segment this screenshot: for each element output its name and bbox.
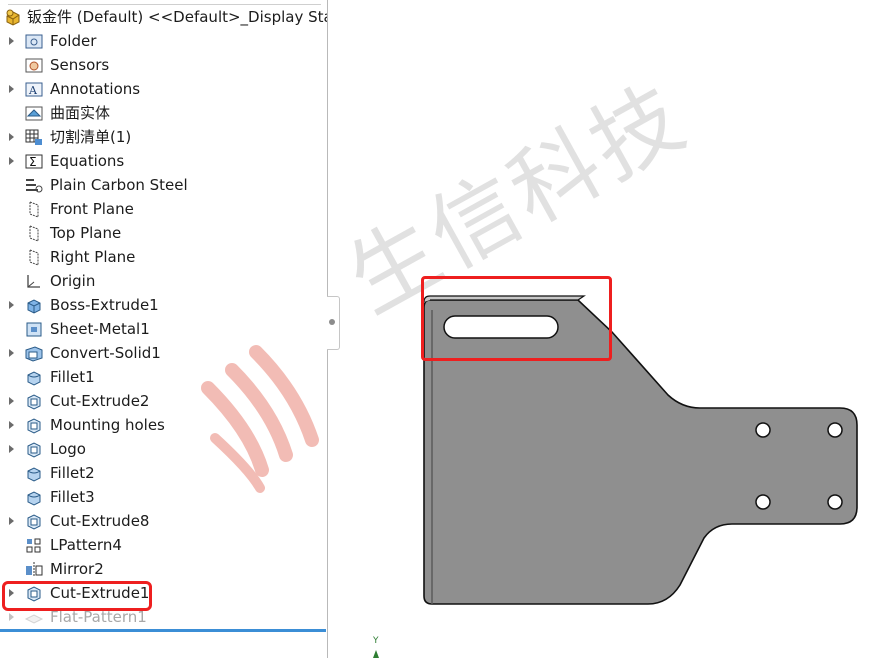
tree-item-mirror2[interactable]: Mirror2 <box>0 557 327 581</box>
tree-item-label: Folder <box>50 32 97 50</box>
tree-root-part[interactable]: 钣金件 (Default) <<Default>_Display State <box>0 5 327 29</box>
tree-item-label: Boss-Extrude1 <box>50 296 159 314</box>
tree-item-top-plane[interactable]: Top Plane <box>0 221 327 245</box>
expand-arrow-icon[interactable] <box>9 157 14 165</box>
convert-solid-icon <box>24 344 44 362</box>
mounting-hole-4 <box>827 494 843 510</box>
expand-arrow-icon[interactable] <box>9 397 14 405</box>
tree-item-boss-extrude1[interactable]: Boss-Extrude1 <box>0 293 327 317</box>
sheet-metal-icon <box>24 320 44 338</box>
tree-item-origin[interactable]: Origin <box>0 269 327 293</box>
tree-item-label: Top Plane <box>50 224 122 242</box>
tree-item-folder[interactable]: Folder <box>0 29 327 53</box>
linear-pattern-icon <box>24 536 44 554</box>
tree-item-cut-extrude8[interactable]: Cut-Extrude8 <box>0 509 327 533</box>
tree-item-plain-carbon-steel[interactable]: Plain Carbon Steel <box>0 173 327 197</box>
expand-arrow-icon[interactable] <box>9 133 14 141</box>
part-icon <box>4 8 24 26</box>
expand-arrow-icon[interactable] <box>9 421 14 429</box>
splitter-grip-icon <box>329 319 335 325</box>
mounting-hole-2 <box>827 422 843 438</box>
plane-icon <box>24 248 44 266</box>
origin-icon <box>24 272 44 290</box>
cut-extrude-icon <box>24 440 44 458</box>
mirror-icon <box>24 560 44 578</box>
tree-root-label: 钣金件 (Default) <<Default>_Display State <box>27 8 328 26</box>
highlight-box-cut-extrude1 <box>2 581 152 611</box>
tree-item-equations[interactable]: Σ Equations <box>0 149 327 173</box>
cut-list-icon <box>24 128 44 146</box>
tree-item-convert-solid1[interactable]: Convert-Solid1 <box>0 341 327 365</box>
tree-item-label: Fillet1 <box>50 368 95 386</box>
equations-icon: Σ <box>24 152 44 170</box>
tree-item-label: Sheet-Metal1 <box>50 320 150 338</box>
tree-item-label: Cut-Extrude2 <box>50 392 150 410</box>
svg-text:Σ: Σ <box>29 155 37 169</box>
expand-arrow-icon[interactable] <box>9 445 14 453</box>
tree-item-label: Origin <box>50 272 96 290</box>
highlight-box-slot <box>421 276 612 361</box>
tree-item-label: Equations <box>50 152 125 170</box>
expand-arrow-icon[interactable] <box>9 85 14 93</box>
tree-item-cut-extrude2[interactable]: Cut-Extrude2 <box>0 389 327 413</box>
tree-item-fillet1[interactable]: Fillet1 <box>0 365 327 389</box>
axis-triad-icon <box>373 650 379 658</box>
tree-item-1[interactable]: 切割清单(1) <box>0 125 327 149</box>
tree-item-label: Sensors <box>50 56 110 74</box>
feature-manager-tree: 钣金件 (Default) <<Default>_Display State F… <box>0 0 328 658</box>
cut-extrude-icon <box>24 416 44 434</box>
tree-item-label: Front Plane <box>50 200 134 218</box>
fillet-icon <box>24 488 44 506</box>
annotations-icon: A <box>24 80 44 98</box>
tree-item-front-plane[interactable]: Front Plane <box>0 197 327 221</box>
tree-item-label: Plain Carbon Steel <box>50 176 188 194</box>
fillet-icon <box>24 464 44 482</box>
tree-item-logo[interactable]: Logo <box>0 437 327 461</box>
boss-extrude-icon <box>24 296 44 314</box>
tree-item-label: Annotations <box>50 80 141 98</box>
tree-item-label: 切割清单(1) <box>50 128 132 146</box>
surface-bodies-icon <box>24 104 44 122</box>
expand-arrow-icon[interactable] <box>9 37 14 45</box>
sensor-icon <box>24 56 44 74</box>
material-icon <box>24 176 44 194</box>
tree-item-label: Convert-Solid1 <box>50 344 161 362</box>
tree-item-fillet3[interactable]: Fillet3 <box>0 485 327 509</box>
folder-icon <box>24 32 44 50</box>
tree-item-label: Mirror2 <box>50 560 104 578</box>
tree-item-label: Fillet2 <box>50 464 95 482</box>
cut-extrude-icon <box>24 392 44 410</box>
tree-item-sheet-metal1[interactable]: Sheet-Metal1 <box>0 317 327 341</box>
cut-extrude-icon <box>24 512 44 530</box>
tree-item-label: Logo <box>50 440 86 458</box>
panel-splitter-handle[interactable] <box>327 296 340 350</box>
tree-item-lpattern4[interactable]: LPattern4 <box>0 533 327 557</box>
axis-y-label: Y <box>373 636 379 646</box>
tree-item-fillet2[interactable]: Fillet2 <box>0 461 327 485</box>
tree-item-label: LPattern4 <box>50 536 122 554</box>
tree-item-annotations[interactable]: A Annotations <box>0 77 327 101</box>
tree-item-label: Cut-Extrude8 <box>50 512 150 530</box>
tree-item-item-3[interactable]: 曲面实体 <box>0 101 327 125</box>
expand-arrow-icon[interactable] <box>9 517 14 525</box>
tree-item-label: Right Plane <box>50 248 136 266</box>
tree-item-label: Mounting holes <box>50 416 165 434</box>
expand-arrow-icon[interactable] <box>9 613 14 621</box>
tree-item-sensors[interactable]: Sensors <box>0 53 327 77</box>
expand-arrow-icon[interactable] <box>9 349 14 357</box>
mounting-hole-3 <box>755 494 771 510</box>
plane-icon <box>24 200 44 218</box>
expand-arrow-icon[interactable] <box>9 301 14 309</box>
svg-text:A: A <box>28 84 38 97</box>
plane-icon <box>24 224 44 242</box>
tree-item-right-plane[interactable]: Right Plane <box>0 245 327 269</box>
tree-item-mounting-holes[interactable]: Mounting holes <box>0 413 327 437</box>
tree-item-label: 曲面实体 <box>50 104 111 122</box>
fillet-icon <box>24 368 44 386</box>
tree-item-label: Fillet3 <box>50 488 95 506</box>
mounting-hole-1 <box>755 422 771 438</box>
rollback-bar[interactable] <box>0 629 326 632</box>
